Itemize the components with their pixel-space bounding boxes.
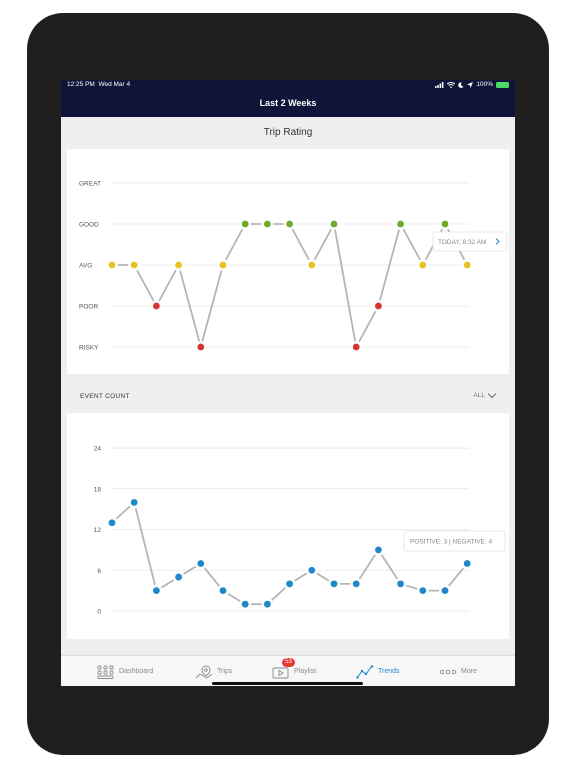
event-point xyxy=(352,580,360,588)
event-point xyxy=(330,580,338,588)
y-tick-label: GOOD xyxy=(79,222,99,229)
event-point xyxy=(108,519,116,527)
tab-label: Trips xyxy=(217,668,233,675)
rating-point xyxy=(463,261,471,269)
event-count-card: 0 6 12 18 24 POSITIVE: 3 | NEGATIVE: 4 xyxy=(67,413,509,639)
event-point xyxy=(241,600,249,608)
rating-point xyxy=(108,261,116,269)
y-tick-label: RISKY xyxy=(79,345,99,352)
signal-icon xyxy=(435,81,444,88)
status-time: 12:25 PM Wed Mar 4 xyxy=(67,81,131,88)
tab-more[interactable]: More xyxy=(439,656,477,686)
chevron-down-icon xyxy=(487,389,497,399)
wifi-icon xyxy=(447,81,456,88)
tab-dashboard[interactable]: Dashboard xyxy=(97,656,153,686)
event-point xyxy=(441,587,449,595)
rating-point xyxy=(397,220,404,228)
y-tick-label: AVG xyxy=(79,263,92,270)
event-point xyxy=(419,587,427,595)
rating-point xyxy=(375,302,382,310)
rating-point xyxy=(308,261,316,269)
tab-label: More xyxy=(461,668,477,675)
event-point xyxy=(286,580,293,588)
event-filter-dropdown[interactable]: ALL xyxy=(473,389,497,399)
annotation-label: TODAY, 8:32 AM xyxy=(438,239,486,246)
rating-point xyxy=(330,220,338,228)
battery-icon xyxy=(496,81,509,88)
y-tick-label: POOR xyxy=(79,304,98,311)
trends-icon xyxy=(356,664,374,679)
location-icon xyxy=(467,81,474,88)
rating-point xyxy=(241,220,249,228)
y-tick-label: GREAT xyxy=(79,181,101,188)
rating-point xyxy=(153,302,160,310)
event-point xyxy=(130,498,138,506)
tab-label: Playlist xyxy=(294,668,317,675)
status-bar: 12:25 PM Wed Mar 4 100% xyxy=(61,80,515,90)
event-point xyxy=(197,560,205,567)
y-tick-label: 6 xyxy=(97,568,101,575)
event-point xyxy=(397,580,404,588)
rating-point xyxy=(219,261,227,269)
moon-icon xyxy=(458,81,464,88)
event-count-chart: 0 6 12 18 24 POSITIVE: 3 | NEGATIVE: 4 xyxy=(94,446,506,616)
rating-point xyxy=(286,220,293,228)
event-filter-value: ALL xyxy=(473,392,485,399)
trip-rating-chart: GREAT GOOD AVG POOR RISKY TODAY, 8:32 AM xyxy=(79,181,508,353)
rating-point xyxy=(441,220,449,228)
nav-title: Last 2 Weeks xyxy=(259,98,317,108)
rating-series-line xyxy=(112,221,468,351)
trip-rating-title: Trip Rating xyxy=(263,127,313,138)
rating-point xyxy=(197,343,205,351)
y-tick-label: 0 xyxy=(97,609,101,616)
event-count-label: EVENT COUNT xyxy=(80,393,130,400)
more-icon xyxy=(439,669,457,674)
event-point xyxy=(375,546,382,554)
y-tick-label: 18 xyxy=(94,486,102,493)
battery-percent: 100% xyxy=(476,81,493,88)
status-icons: 100% xyxy=(435,81,509,88)
event-point xyxy=(264,600,271,608)
annotation-label: POSITIVE: 3 | NEGATIVE: 4 xyxy=(410,539,493,546)
rating-point xyxy=(175,261,182,269)
dashboard-icon xyxy=(97,665,114,679)
event-count-header: EVENT COUNT ALL xyxy=(61,383,515,411)
event-point xyxy=(153,587,160,595)
event-point xyxy=(219,587,227,595)
event-point xyxy=(175,573,182,581)
tab-label: Trends xyxy=(378,668,400,675)
rating-point xyxy=(419,261,427,269)
app-screen: 12:25 PM Wed Mar 4 100% Last 2 Weeks Tri… xyxy=(61,80,515,686)
y-tick-label: 24 xyxy=(94,446,102,453)
y-tick-label: 12 xyxy=(94,527,102,534)
nav-bar: Last 2 Weeks xyxy=(61,90,515,117)
trip-rating-card: GREAT GOOD AVG POOR RISKY TODAY, 8:32 AM xyxy=(67,149,509,374)
rating-point xyxy=(352,343,360,351)
rating-point xyxy=(130,261,138,269)
home-indicator xyxy=(212,682,363,685)
tab-label: Dashboard xyxy=(119,668,154,675)
event-point xyxy=(308,566,316,574)
map-pin-icon xyxy=(195,665,213,679)
rating-point xyxy=(264,220,271,228)
event-point xyxy=(463,560,471,567)
playlist-badge: 53 xyxy=(282,658,295,667)
